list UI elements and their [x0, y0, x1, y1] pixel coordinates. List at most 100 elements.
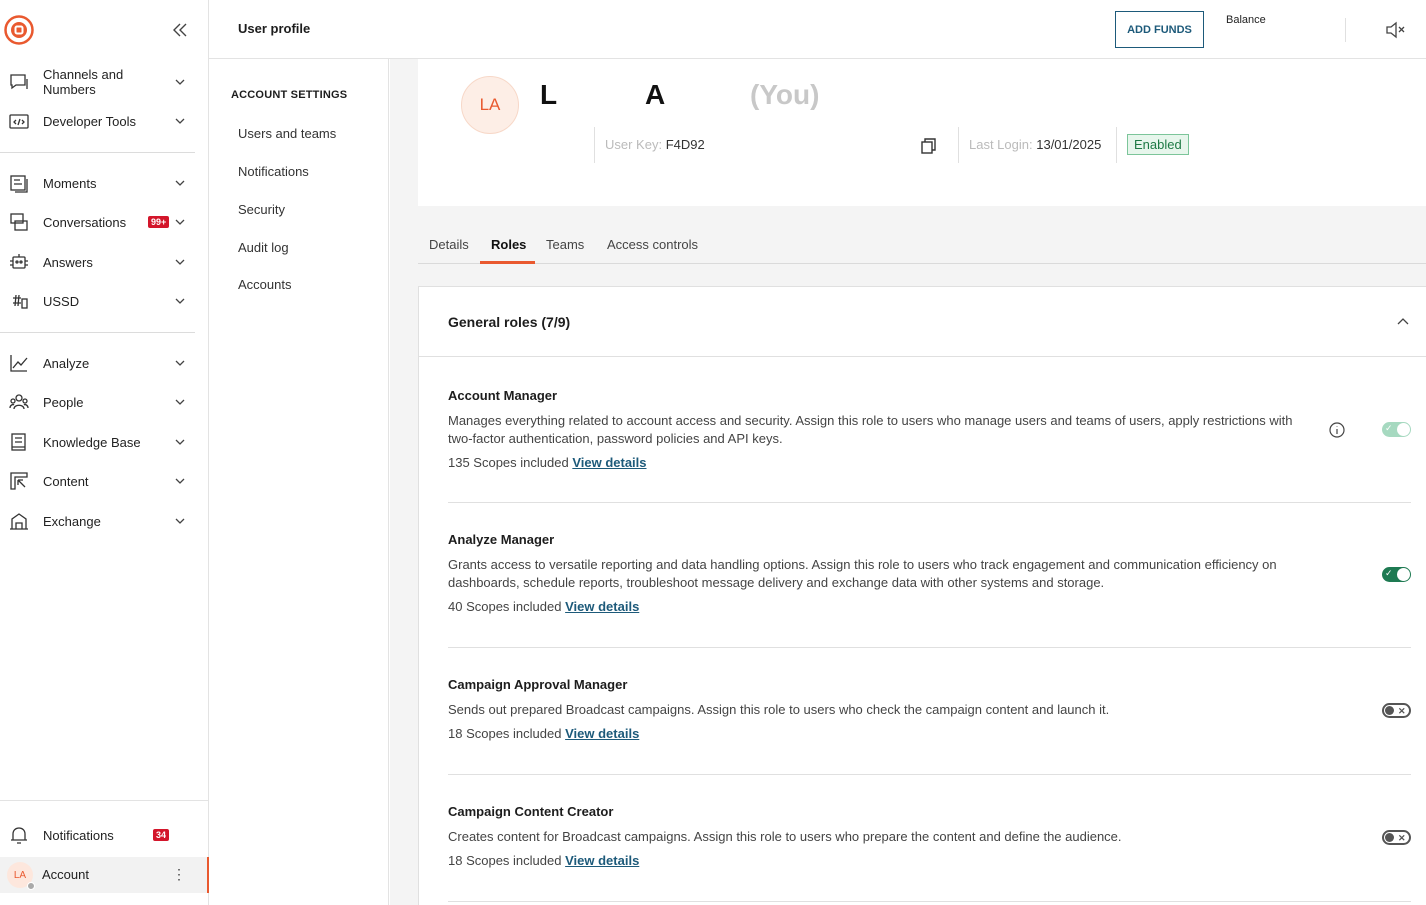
close-icon: ✕: [1398, 706, 1406, 716]
chevron-down-icon: [175, 118, 185, 124]
role-name: Campaign Content Creator: [448, 804, 614, 819]
nav-item-answers[interactable]: Answers: [0, 244, 200, 280]
exchange-icon: [10, 513, 28, 530]
nav-item-label: Knowledge Base: [43, 434, 141, 450]
role-divider: [448, 901, 1411, 902]
chevron-down-icon: [175, 439, 185, 445]
settings-item-security[interactable]: Security: [238, 202, 285, 217]
notifications-badge: 34: [153, 829, 170, 841]
view-details-link[interactable]: View details: [572, 455, 646, 470]
chevron-down-icon: [175, 298, 185, 304]
role-account-manager: Account Manager Manages everything relat…: [448, 388, 1411, 470]
moments-icon: [10, 175, 28, 193]
speaker-muted-icon[interactable]: [1384, 19, 1406, 41]
collapse-sidebar-icon[interactable]: [170, 20, 190, 40]
role-analyze-manager: Analyze Manager Grants access to versati…: [448, 532, 1411, 614]
tab-details[interactable]: Details: [429, 237, 469, 252]
top-header: User profile ADD FUNDS Balance: [209, 0, 1426, 59]
chevron-up-icon[interactable]: [1396, 315, 1410, 329]
role-scopes: 40 Scopes included View details: [448, 599, 1411, 614]
chevron-down-icon: [175, 399, 185, 405]
chevron-down-icon: [175, 360, 185, 366]
nav-item-label: Notifications: [43, 827, 114, 843]
view-details-link[interactable]: View details: [565, 599, 639, 614]
nav-item-account[interactable]: LA Account ⋮: [0, 857, 208, 893]
nav-item-channels-and-numbers[interactable]: Channels and Numbers: [0, 64, 200, 100]
book-icon: [11, 433, 26, 451]
divider: [1116, 127, 1117, 163]
nav-item-label: Answers: [43, 254, 93, 270]
chevron-down-icon: [175, 518, 185, 524]
role-toggle[interactable]: ✓: [1382, 422, 1411, 437]
conversations-badge: 99+: [148, 216, 170, 228]
chevron-down-icon: [175, 219, 185, 225]
nav-item-exchange[interactable]: Exchange: [0, 503, 200, 539]
nav-item-moments[interactable]: Moments: [0, 165, 200, 201]
more-options-icon[interactable]: ⋮: [172, 866, 186, 883]
tab-access-controls[interactable]: Access controls: [607, 237, 698, 252]
nav-item-developer-tools[interactable]: Developer Tools: [0, 103, 200, 139]
balance-label: Balance: [1226, 14, 1266, 26]
main-navigation: Channels and Numbers Developer Tools Mom…: [0, 0, 209, 905]
check-icon: ✓: [1385, 568, 1393, 578]
chevron-down-icon: [175, 180, 185, 186]
role-toggle[interactable]: ✓: [1382, 567, 1411, 582]
tab-roles[interactable]: Roles: [491, 237, 526, 252]
nav-item-ussd[interactable]: USSD: [0, 283, 200, 319]
nav-item-content[interactable]: Content: [0, 463, 200, 499]
divider: [594, 127, 595, 163]
settings-item-accounts[interactable]: Accounts: [238, 277, 291, 292]
presence-dot: [27, 882, 35, 890]
settings-item-audit-log[interactable]: Audit log: [238, 240, 289, 255]
tab-teams[interactable]: Teams: [546, 237, 584, 252]
nav-item-notifications[interactable]: Notifications 34: [0, 817, 200, 853]
page-title: User profile: [238, 21, 311, 36]
header-divider: [1345, 18, 1346, 42]
logo-icon[interactable]: [4, 15, 34, 45]
role-description: Sends out prepared Broadcast campaigns. …: [448, 702, 1110, 717]
conversations-icon: [10, 213, 28, 231]
nav-item-people[interactable]: People: [0, 384, 200, 420]
toggle-knob: [1385, 833, 1394, 842]
scopes-count: 135 Scopes included: [448, 455, 569, 470]
role-campaign-approval-manager: Campaign Approval Manager Sends out prep…: [448, 677, 1411, 741]
avatar: LA: [461, 76, 519, 134]
bell-icon: [11, 827, 27, 844]
user-key: User Key: F4D92: [605, 137, 705, 152]
last-login-value: 13/01/2025: [1036, 137, 1102, 152]
divider: [958, 127, 959, 163]
view-details-link[interactable]: View details: [565, 726, 639, 741]
copy-icon[interactable]: [920, 137, 938, 155]
roles-header[interactable]: General roles (7/9): [419, 287, 1426, 357]
chat-icon: [10, 74, 28, 90]
scopes-count: 40 Scopes included: [448, 599, 562, 614]
role-toggle[interactable]: ✕: [1382, 830, 1411, 845]
first-name: L: [540, 79, 558, 110]
view-details-link[interactable]: View details: [565, 853, 639, 868]
role-divider: [448, 774, 1411, 775]
nav-item-conversations[interactable]: Conversations 99+: [0, 204, 200, 240]
settings-item-notifications[interactable]: Notifications: [238, 164, 309, 179]
check-icon: ✓: [1385, 423, 1393, 433]
nav-item-label: Exchange: [43, 513, 101, 529]
toggle-knob: [1397, 423, 1410, 436]
nav-item-knowledge-base[interactable]: Knowledge Base: [0, 424, 200, 460]
settings-title: ACCOUNT SETTINGS: [231, 89, 348, 101]
role-description: Grants access to versatile reporting and…: [448, 557, 1277, 590]
add-funds-button[interactable]: ADD FUNDS: [1115, 11, 1204, 48]
nav-item-label: Account: [42, 867, 89, 882]
role-scopes: 18 Scopes included View details: [448, 726, 1411, 741]
settings-item-users-and-teams[interactable]: Users and teams: [238, 126, 336, 141]
info-icon[interactable]: [1329, 422, 1345, 438]
content-icon: [10, 472, 28, 490]
you-label: (You): [750, 79, 820, 110]
last-login: Last Login: 13/01/2025: [969, 137, 1101, 152]
toggle-knob: [1385, 706, 1394, 715]
role-divider: [448, 502, 1411, 503]
roles-title: General roles (7/9): [448, 314, 571, 330]
toggle-knob: [1397, 568, 1410, 581]
user-key-value: F4D92: [665, 137, 705, 152]
nav-item-analyze[interactable]: Analyze: [0, 345, 200, 381]
nav-item-label: Analyze: [43, 355, 90, 371]
role-toggle[interactable]: ✕: [1382, 703, 1411, 718]
